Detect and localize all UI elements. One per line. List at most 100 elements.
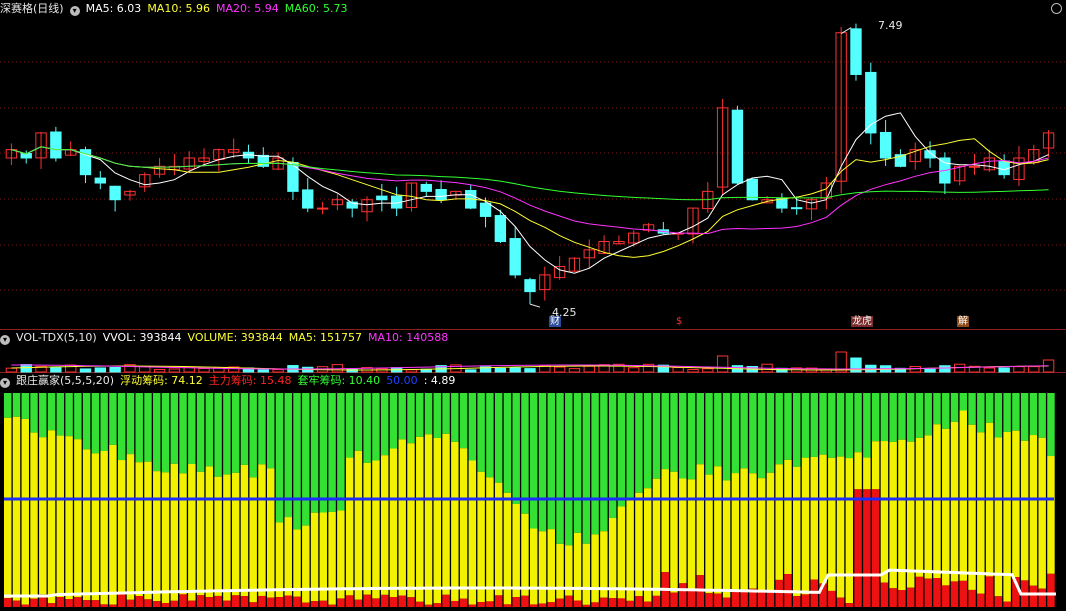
chip-green-14 xyxy=(126,393,135,455)
chip-green-93 xyxy=(819,393,827,455)
chip-green-41 xyxy=(363,393,371,463)
volume-bar-35 xyxy=(524,368,536,373)
volume-bar-3 xyxy=(50,367,62,373)
candle-body-6 xyxy=(94,177,106,184)
chip-yellow-38 xyxy=(337,510,345,599)
chip-red-0 xyxy=(4,598,12,607)
chip-yellow-75 xyxy=(661,469,669,573)
chip-red-106 xyxy=(933,578,941,607)
chip-red-1 xyxy=(12,600,21,607)
chip-green-16 xyxy=(144,393,152,462)
chip-green-100 xyxy=(880,393,889,442)
chip-yellow-8 xyxy=(74,439,82,598)
chip-green-48 xyxy=(424,393,433,435)
chip-green-5 xyxy=(47,393,56,431)
chip-yellow-78 xyxy=(687,479,696,592)
chip-red-44 xyxy=(389,597,398,607)
event-tag-finance[interactable]: 财 xyxy=(549,316,561,327)
chip-green-1 xyxy=(12,393,21,417)
chip-green-26 xyxy=(231,393,240,473)
chip-yellow-11 xyxy=(100,451,108,605)
chip-red-78 xyxy=(687,591,696,607)
chip-yellow-85 xyxy=(749,473,757,589)
chip-yellow-105 xyxy=(924,435,932,579)
chip-green-95 xyxy=(836,393,845,457)
chip-red-23 xyxy=(205,597,214,607)
chip-red-62 xyxy=(547,602,555,607)
chip-red-83 xyxy=(731,590,740,607)
chip-yellow-86 xyxy=(757,478,766,591)
chip-red-65 xyxy=(573,600,582,607)
chip-green-8 xyxy=(74,393,82,440)
event-tag-unlock[interactable]: 解 xyxy=(957,316,969,327)
chip-red-111 xyxy=(977,593,985,607)
chip-yellow-4 xyxy=(39,437,47,595)
volume-bar-13 xyxy=(198,367,210,373)
chip-green-116 xyxy=(1020,393,1029,441)
chip-green-13 xyxy=(117,393,126,461)
chip-green-52 xyxy=(459,393,468,449)
chip-yellow-48 xyxy=(424,434,433,605)
chip-yellow-73 xyxy=(643,488,652,602)
chip-red-99 xyxy=(871,489,880,607)
chip-yellow-101 xyxy=(889,441,897,589)
chip-red-80 xyxy=(705,593,713,607)
chip-yellow-107 xyxy=(942,428,950,586)
chip-yellow-113 xyxy=(994,437,1003,597)
chip-green-9 xyxy=(82,393,91,450)
chip-green-38 xyxy=(337,393,345,511)
chip-green-34 xyxy=(302,393,310,526)
volume-bar-18 xyxy=(272,369,284,373)
chip-yellow-98 xyxy=(863,457,871,490)
chip-red-77 xyxy=(679,583,687,607)
chip-red-47 xyxy=(416,601,424,607)
ma10-line xyxy=(11,138,1049,258)
chart-canvas[interactable] xyxy=(0,0,1066,611)
chip-red-98 xyxy=(863,489,871,607)
chip-red-110 xyxy=(968,589,976,607)
candle-body-53 xyxy=(791,207,803,210)
chip-green-30 xyxy=(267,393,275,469)
chip-green-105 xyxy=(924,393,932,436)
candle-body-62 xyxy=(924,150,936,159)
chip-yellow-65 xyxy=(573,532,582,601)
chip-red-51 xyxy=(451,600,459,607)
candle-body-50 xyxy=(746,178,758,201)
chip-green-87 xyxy=(766,393,775,473)
chip-red-67 xyxy=(591,602,599,607)
chip-yellow-15 xyxy=(135,462,143,597)
event-tag-dragon-tiger[interactable]: 龙虎 xyxy=(851,316,873,327)
chip-red-52 xyxy=(459,598,468,607)
candle-body-49 xyxy=(731,109,744,184)
chip-yellow-33 xyxy=(293,529,301,597)
chip-red-100 xyxy=(880,582,889,607)
chip-yellow-9 xyxy=(82,449,91,601)
chip-red-46 xyxy=(407,597,415,607)
event-tag-dollar[interactable]: $ xyxy=(675,316,683,327)
chip-green-53 xyxy=(468,393,477,461)
chip-green-21 xyxy=(188,393,196,464)
chip-red-27 xyxy=(240,596,249,607)
volume-bar-39 xyxy=(583,365,595,373)
chip-red-118 xyxy=(1038,588,1046,607)
chip-yellow-71 xyxy=(626,498,634,601)
chip-red-25 xyxy=(223,600,231,607)
chip-red-18 xyxy=(161,603,170,607)
chip-yellow-77 xyxy=(679,478,687,584)
candle-body-32 xyxy=(479,202,492,217)
chip-yellow-26 xyxy=(231,472,240,596)
chip-yellow-3 xyxy=(30,432,38,599)
chip-green-29 xyxy=(258,393,266,465)
chip-yellow-14 xyxy=(126,454,135,600)
chip-green-47 xyxy=(416,393,424,437)
volume-bar-55 xyxy=(820,368,833,373)
chip-red-103 xyxy=(906,587,915,607)
chip-yellow-106 xyxy=(933,424,941,579)
chip-red-117 xyxy=(1029,585,1038,607)
chip-yellow-99 xyxy=(871,441,880,490)
chip-red-29 xyxy=(258,595,266,607)
volume-bar-46 xyxy=(687,368,699,373)
chip-green-106 xyxy=(933,393,941,425)
chip-yellow-28 xyxy=(249,477,257,603)
chip-red-101 xyxy=(889,588,897,607)
